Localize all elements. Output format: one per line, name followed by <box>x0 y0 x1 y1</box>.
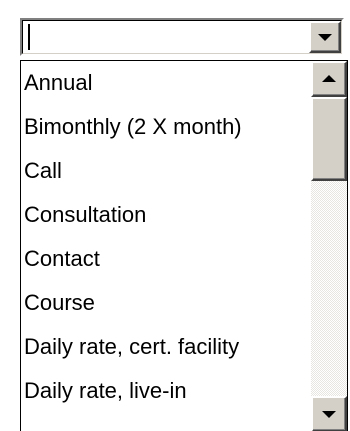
chevron-down-icon <box>318 34 332 41</box>
text-caret <box>28 24 30 50</box>
list-item-contact[interactable]: Contact <box>21 237 311 281</box>
dropdown-list[interactable]: Annual Bimonthly (2 X month) Call Consul… <box>20 60 348 431</box>
combo-input[interactable] <box>26 23 296 51</box>
list-item-consultation[interactable]: Consultation <box>21 193 311 237</box>
list-item-annual[interactable]: Annual <box>21 61 311 105</box>
scroll-down-button[interactable] <box>311 396 347 431</box>
list-item-course[interactable]: Course <box>21 281 311 325</box>
list-item-daily-rate-live-in[interactable]: Daily rate, live-in <box>21 369 311 413</box>
combo-dropdown-button[interactable] <box>309 21 341 53</box>
arrow-down-icon <box>322 411 336 418</box>
list-item-bimonthly[interactable]: Bimonthly (2 X month) <box>21 105 311 149</box>
scroll-thumb[interactable] <box>311 97 347 181</box>
vertical-scrollbar[interactable] <box>311 61 347 431</box>
combo-box[interactable] <box>20 18 344 56</box>
list-item-daily-rate-cert-facility[interactable]: Daily rate, cert. facility <box>21 325 311 369</box>
scroll-up-button[interactable] <box>311 61 347 97</box>
option-list: Annual Bimonthly (2 X month) Call Consul… <box>21 61 311 413</box>
list-item-call[interactable]: Call <box>21 149 311 193</box>
arrow-up-icon <box>322 75 336 82</box>
